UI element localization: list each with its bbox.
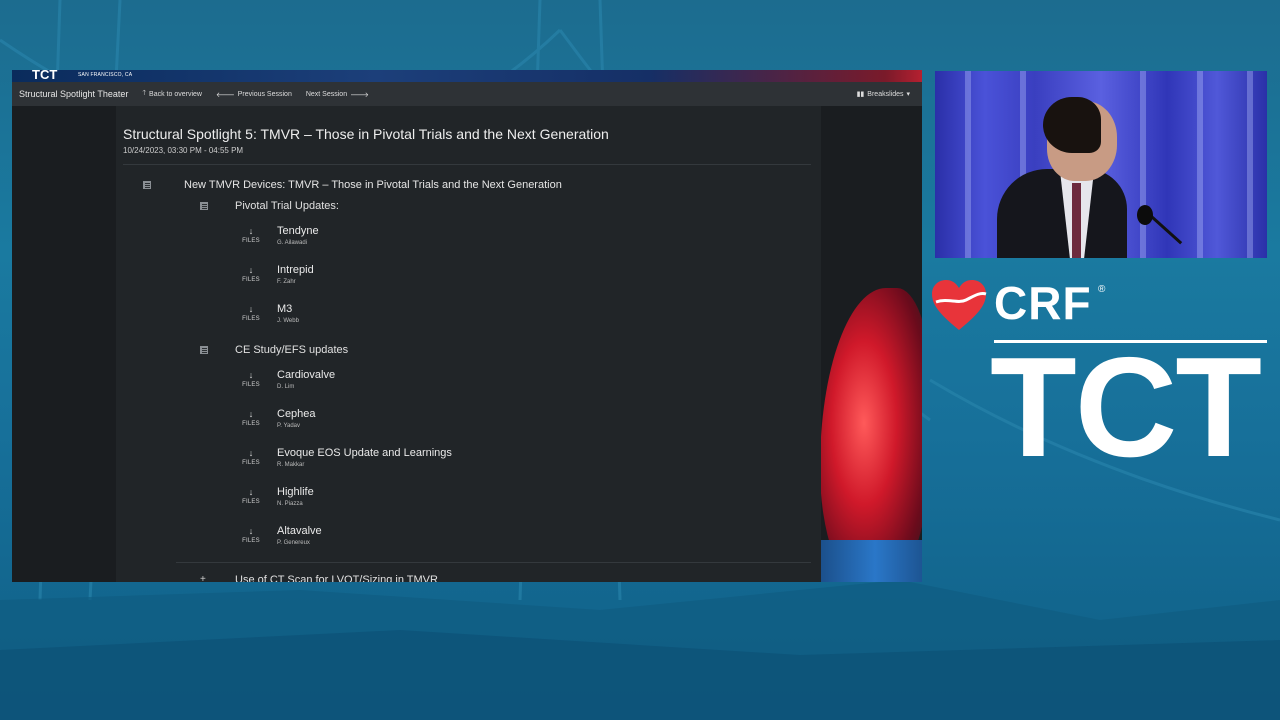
back-to-overview-label: Back to overview — [149, 90, 202, 98]
speaker-name: N. Piazza — [277, 501, 303, 507]
crf-wordmark: CRF — [994, 277, 1092, 329]
files-label: FILES — [242, 538, 260, 544]
previous-session-label: Previous Session — [237, 90, 292, 98]
download-icon: ↓ — [248, 304, 254, 314]
download-files-button[interactable]: ↓ FILES — [240, 526, 262, 545]
collapse-section-icon[interactable] — [200, 346, 208, 354]
download-icon: ↓ — [248, 370, 254, 380]
divider — [176, 562, 811, 563]
speaker-name: P. Genereux — [277, 540, 310, 546]
speaker-tie — [1072, 183, 1081, 258]
next-session-link[interactable]: Next Session 🡒 — [306, 90, 369, 99]
curtain-fold — [965, 71, 971, 258]
curtain-fold — [1247, 71, 1253, 258]
files-label: FILES — [242, 382, 260, 388]
talk-title[interactable]: Evoque EOS Update and Learnings — [277, 447, 452, 459]
speaker-name: F. Zahr — [277, 279, 296, 285]
files-label: FILES — [242, 421, 260, 427]
download-icon: ↓ — [248, 409, 254, 419]
files-label: FILES — [242, 499, 260, 505]
columns-icon: ▮▮ — [856, 91, 865, 98]
crf-tct-branding: CRF ® TCT — [930, 277, 1270, 488]
talk-title[interactable]: Highlife — [277, 486, 314, 498]
previous-session-link[interactable]: 🡐 Previous Session — [216, 90, 292, 99]
arrow-left-icon: 🡐 — [215, 91, 235, 99]
registered-mark: ® — [1098, 284, 1106, 295]
divider — [123, 164, 811, 165]
files-label: FILES — [242, 460, 260, 466]
collapse-group-icon[interactable] — [143, 181, 151, 189]
event-banner: TCT SAN FRANCISCO, CA — [12, 70, 922, 82]
session-date: 10/24/2023, 03:30 PM - 04:55 PM — [123, 146, 244, 155]
top-navbar: Structural Spotlight Theater 🡑 Back to o… — [12, 82, 922, 106]
banner-location: SAN FRANCISCO, CA — [78, 72, 133, 78]
download-icon: ↓ — [248, 448, 254, 458]
collapse-section-icon[interactable] — [200, 202, 208, 210]
presentation-screen: TCT SAN FRANCISCO, CA Structural Spotlig… — [12, 70, 922, 582]
arrow-right-icon: 🡒 — [350, 91, 369, 99]
speaker-hair — [1043, 97, 1101, 153]
next-session-label: Next Session — [305, 90, 348, 98]
download-files-button[interactable]: ↓ FILES — [240, 304, 262, 323]
crf-heart-logo-icon — [932, 280, 987, 330]
speaker-name: J. Webb — [277, 318, 299, 324]
speaker-name: D. Lim — [277, 384, 295, 390]
speaker-name: G. Ailawadi — [277, 240, 308, 246]
download-files-button[interactable]: ↓ FILES — [240, 370, 262, 389]
talk-title[interactable]: Intrepid — [277, 264, 314, 276]
curtain-fold — [1140, 71, 1146, 258]
section-title: CE Study/EFS updates — [235, 344, 349, 356]
download-files-button[interactable]: ↓ FILES — [240, 448, 262, 467]
breakslides-dropdown[interactable]: ▮▮ Breakslides ▾ — [856, 90, 910, 99]
files-label: FILES — [242, 316, 260, 322]
talk-title[interactable]: M3 — [277, 303, 292, 315]
session-title: Structural Spotlight 5: TMVR – Those in … — [123, 126, 609, 142]
navbar-brand[interactable]: Structural Spotlight Theater — [19, 89, 128, 99]
talk-title[interactable]: Cardiovalve — [277, 369, 335, 381]
files-label: FILES — [242, 277, 260, 283]
expand-section-icon[interactable]: + — [200, 574, 206, 582]
talk-title[interactable]: Tendyne — [277, 225, 319, 237]
section-title: Pivotal Trial Updates: — [235, 200, 339, 212]
download-files-button[interactable]: ↓ FILES — [240, 487, 262, 506]
section-title-partial[interactable]: Use of CT Scan for LVOT/Sizing in TMVR — [235, 574, 438, 582]
tct-wordmark: TCT — [990, 328, 1262, 487]
download-files-button[interactable]: ↓ FILES — [240, 226, 262, 245]
session-panel: Structural Spotlight 5: TMVR – Those in … — [116, 106, 821, 582]
heart-illustration-base — [820, 540, 922, 582]
download-icon: ↓ — [248, 265, 254, 275]
group-title: New TMVR Devices: TMVR – Those in Pivota… — [184, 179, 562, 191]
speaker-camera-feed — [935, 71, 1267, 258]
download-icon: ↓ — [248, 526, 254, 536]
arrow-up-icon: 🡑 — [142, 89, 147, 97]
download-files-button[interactable]: ↓ FILES — [240, 409, 262, 428]
talk-title[interactable]: Altavalve — [277, 525, 322, 537]
download-files-button[interactable]: ↓ FILES — [240, 265, 262, 284]
speaker-name: P. Yadav — [277, 423, 301, 429]
hill-background — [0, 580, 1280, 720]
breakslides-label: Breakslides — [867, 90, 904, 98]
caret-down-icon: ▾ — [906, 91, 910, 98]
banner-logo: TCT — [32, 70, 58, 82]
talk-title[interactable]: Cephea — [277, 408, 316, 420]
microphone-icon — [1137, 205, 1153, 225]
speaker-name: R. Makkar — [277, 462, 305, 468]
curtain-fold — [1197, 71, 1203, 258]
back-to-overview-link[interactable]: 🡑 Back to overview — [142, 89, 202, 100]
download-icon: ↓ — [248, 487, 254, 497]
files-label: FILES — [242, 238, 260, 244]
heart-illustration — [820, 288, 922, 582]
download-icon: ↓ — [248, 226, 254, 236]
